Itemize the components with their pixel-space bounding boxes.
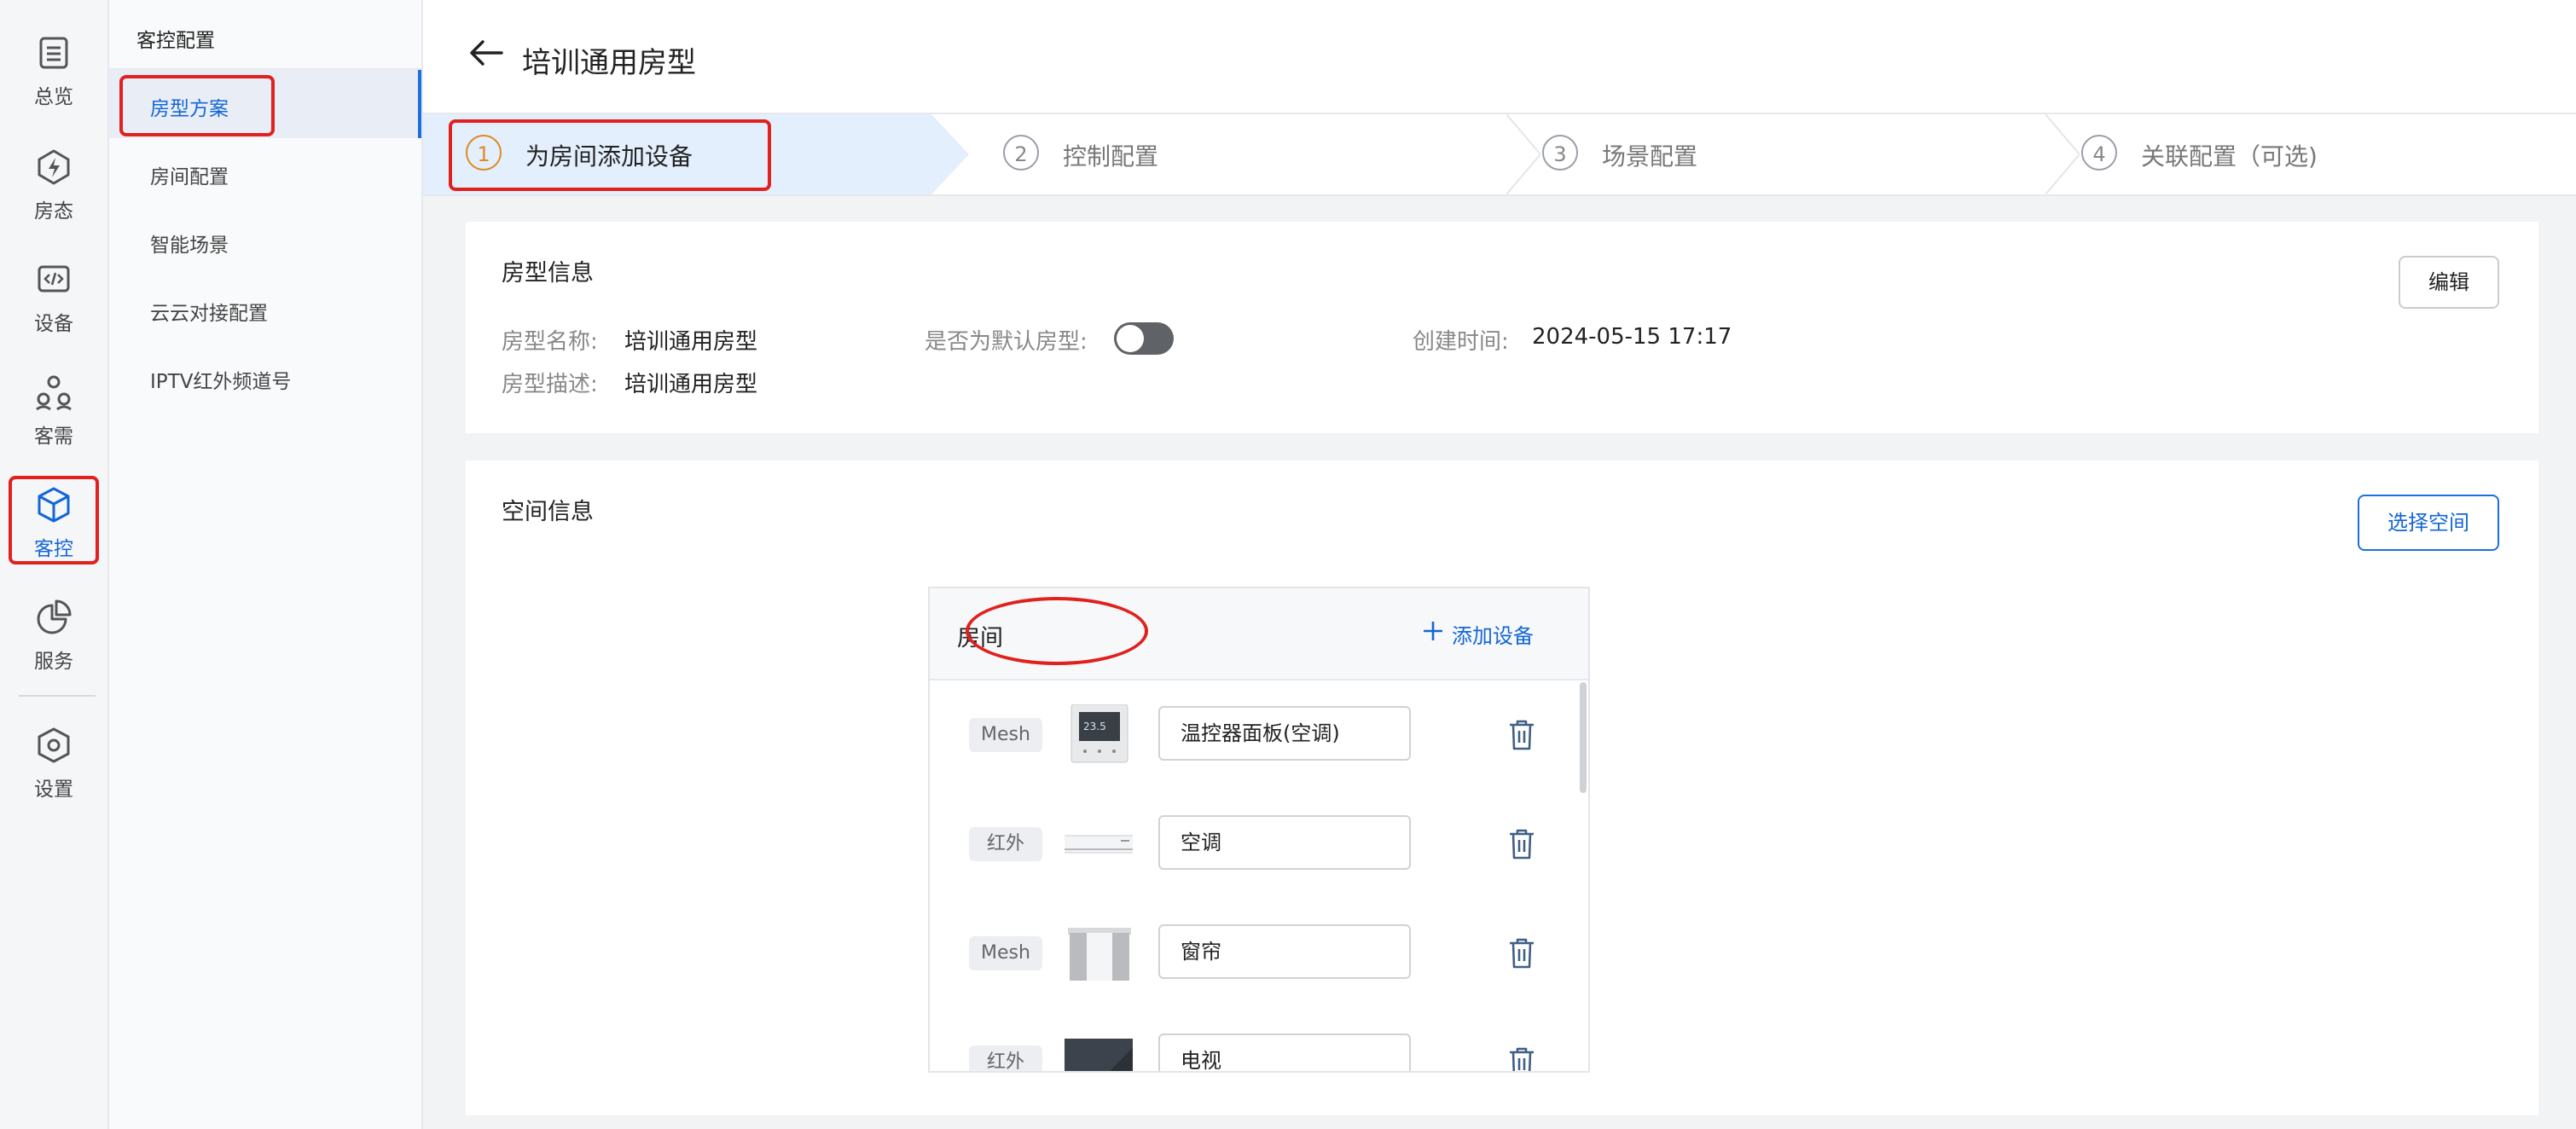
rail-item-room-status[interactable]: 房态	[0, 147, 107, 240]
device-row: Mesh 窗帘	[930, 899, 1578, 1008]
device-row: Mesh 23.5 温控器面板(空调)	[930, 680, 1578, 790]
trash-icon[interactable]	[1506, 718, 1537, 752]
rail-item-overview[interactable]: 总览	[0, 32, 107, 126]
settings-icon	[38, 727, 70, 763]
rail-label: 设置	[34, 779, 73, 801]
room-type-desc-value: 培训通用房型	[624, 372, 758, 397]
subnav-item-label: 云云对接配置	[150, 303, 268, 325]
room-type-name-label: 房型名称:	[502, 329, 598, 355]
tv-image	[1065, 1039, 1133, 1071]
air-conditioner-image	[1065, 835, 1133, 854]
trash-icon[interactable]	[1506, 1045, 1537, 1073]
default-room-type-toggle[interactable]	[1114, 322, 1174, 355]
page-header: 培训通用房型	[423, 0, 2576, 114]
protocol-badge: 红外	[969, 827, 1042, 861]
rail-divider	[19, 695, 96, 697]
subnav-item-label: IPTV红外频道号	[150, 371, 292, 393]
rail-item-guest-requests[interactable]: 客需	[0, 372, 107, 466]
device-name-input[interactable]: 温控器面板(空调)	[1158, 706, 1411, 761]
protocol-badge: Mesh	[969, 718, 1042, 752]
lightning-icon	[38, 149, 70, 185]
protocol-badge: 红外	[969, 1045, 1042, 1071]
trash-icon[interactable]	[1506, 936, 1537, 970]
toggle-knob	[1117, 325, 1144, 352]
room-type-desc-label: 房型描述:	[502, 372, 598, 397]
code-icon	[38, 265, 70, 292]
people-icon	[36, 375, 72, 411]
scrollbar[interactable]	[1580, 682, 1587, 793]
list-icon	[39, 37, 68, 69]
sub-navigation: 客控配置 房型方案 房间配置 智能场景 云云对接配置 IPTV红外频道号	[109, 0, 423, 1129]
room-type-info-card: 房型信息 编辑 房型名称: 培训通用房型 是否为默认房型: 创建时间: 2024…	[466, 222, 2538, 433]
rail-item-devices[interactable]: 设备	[0, 259, 107, 353]
annotation-box-step-1	[449, 119, 771, 191]
subnav-item-iptv-ir-channels[interactable]: IPTV红外频道号	[109, 343, 421, 411]
pie-icon	[37, 599, 72, 634]
subnav-item-cloud-integration[interactable]: 云云对接配置	[109, 275, 421, 343]
main-content: 培训通用房型 1 为房间添加设备 2 控制配置 3 场景配置 4 关联配置（可选…	[423, 0, 2576, 1129]
rail-label: 设备	[34, 313, 73, 335]
plus-icon	[1424, 622, 1442, 640]
subnav-item-label: 智能场景	[150, 234, 229, 257]
created-time-value: 2024-05-15 17:17	[1532, 324, 1732, 350]
device-name-input[interactable]: 电视	[1158, 1033, 1411, 1071]
device-row: 红外 电视	[930, 1008, 1578, 1073]
rail-item-services[interactable]: 服务	[0, 597, 107, 691]
icon-rail: 总览 房态 设备 客需 客控 服务 设置	[0, 0, 109, 1129]
step-number: 4	[2081, 135, 2117, 171]
page-title: 培训通用房型	[522, 46, 696, 80]
step-label: 关联配置（可选)	[2141, 142, 2318, 171]
rail-label: 客需	[34, 426, 73, 448]
trash-icon[interactable]	[1506, 827, 1537, 861]
select-space-button[interactable]: 选择空间	[2358, 495, 2499, 551]
annotation-box-guest-control	[9, 476, 99, 564]
step-3[interactable]: 3 场景配置	[1542, 114, 1883, 194]
default-room-type-label: 是否为默认房型:	[925, 329, 1088, 355]
step-label: 场景配置	[1602, 142, 1698, 171]
arrow-left-icon[interactable]	[467, 34, 505, 72]
device-row: 红外 空调	[930, 790, 1578, 899]
room-type-name-value: 培训通用房型	[624, 329, 758, 355]
annotation-box-room-type-plan	[119, 75, 275, 136]
rail-label: 服务	[34, 651, 73, 673]
device-name-input[interactable]: 窗帘	[1158, 924, 1411, 979]
subnav-item-label: 房间配置	[150, 166, 229, 188]
created-time-label: 创建时间:	[1413, 329, 1509, 355]
protocol-badge: Mesh	[969, 936, 1042, 970]
step-separator	[1506, 114, 1540, 194]
section-title: 房型信息	[502, 260, 594, 287]
rail-item-settings[interactable]: 设置	[0, 725, 107, 819]
subnav-item-smart-scenes[interactable]: 智能场景	[109, 206, 421, 275]
section-title: 空间信息	[502, 499, 594, 525]
add-device-label: 添加设备	[1452, 624, 1534, 648]
step-2[interactable]: 2 控制配置	[1003, 114, 1344, 194]
thermostat-panel-image: 23.5	[1070, 704, 1128, 763]
edit-button[interactable]: 编辑	[2399, 256, 2499, 309]
rail-label: 总览	[34, 86, 73, 108]
step-label: 控制配置	[1063, 142, 1159, 171]
step-4[interactable]: 4 关联配置（可选)	[2081, 114, 2422, 194]
device-name-input[interactable]: 空调	[1158, 815, 1411, 870]
step-number: 2	[1003, 135, 1039, 171]
curtain-image	[1068, 928, 1131, 981]
subnav-title: 客控配置	[136, 30, 215, 52]
rail-label: 房态	[34, 200, 73, 223]
subnav-item-room-config[interactable]: 房间配置	[109, 138, 421, 206]
svg-text:23.5: 23.5	[1083, 721, 1106, 732]
annotation-ellipse-add-device	[966, 597, 1148, 665]
step-number: 3	[1542, 135, 1578, 171]
step-separator	[2045, 114, 2080, 194]
